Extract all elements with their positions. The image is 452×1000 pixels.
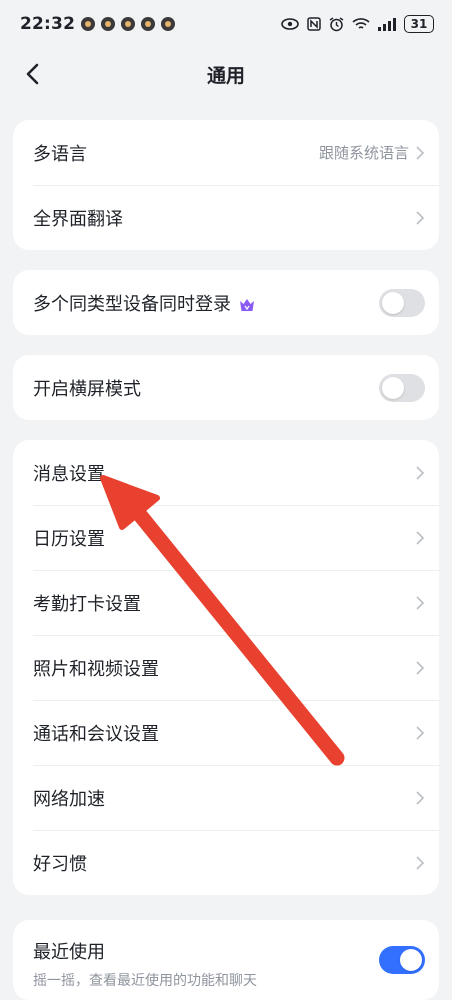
notification-app-icon (161, 17, 176, 31)
multi-device-login-label: 多个同类型设备同时登录 (33, 290, 255, 316)
notification-app-icon (141, 17, 156, 31)
multi-device-login-toggle[interactable] (379, 288, 425, 317)
nav-bar: 通用 (0, 48, 452, 100)
chevron-right-icon (416, 725, 425, 740)
network-acceleration-row[interactable]: 网络加速 (13, 765, 439, 830)
recent-use-toggle[interactable] (379, 946, 425, 974)
full-ui-translate-row[interactable]: 全界面翻译 (13, 185, 439, 250)
recent-use-description: 摇一摇，查看最近使用的功能和聊天 (33, 973, 257, 989)
eye-icon (281, 18, 299, 30)
landscape-mode-toggle[interactable] (379, 373, 425, 402)
language-label: 多语言 (33, 143, 87, 165)
status-bar: 22:32 31 (0, 0, 452, 48)
toggle-knob (382, 291, 404, 314)
message-settings-row[interactable]: 消息设置 (13, 440, 439, 505)
chevron-right-icon (416, 145, 425, 160)
settings-list-card: 消息设置 日历设置 考勤打卡设置 照片和视频设置 通话和会议设置 网络加速 好习… (13, 440, 439, 895)
notification-app-icon (81, 17, 96, 31)
recent-use-row: 最近使用 摇一摇，查看最近使用的功能和聊天 (13, 920, 439, 1000)
chevron-right-icon (416, 595, 425, 610)
chevron-right-icon (416, 790, 425, 805)
wifi-icon (352, 18, 370, 29)
nfc-icon (307, 17, 321, 31)
good-habits-label: 好习惯 (33, 853, 87, 875)
page-title: 通用 (206, 64, 245, 87)
message-settings-label: 消息设置 (33, 463, 105, 485)
premium-crown-icon (240, 298, 254, 311)
chevron-right-icon (416, 465, 425, 480)
alarm-icon (329, 16, 344, 31)
language-value: 跟随系统语言 (318, 144, 409, 162)
recent-use-label: 最近使用 (33, 942, 105, 963)
attendance-settings-row[interactable]: 考勤打卡设置 (13, 570, 439, 635)
chevron-right-icon (416, 210, 425, 225)
chevron-right-icon (416, 855, 425, 870)
multi-device-login-text: 多个同类型设备同时登录 (33, 293, 231, 315)
photo-video-settings-row[interactable]: 照片和视频设置 (13, 635, 439, 700)
photo-video-settings-label: 照片和视频设置 (33, 658, 159, 680)
status-bar-left: 22:32 (20, 14, 176, 34)
chevron-right-icon (416, 660, 425, 675)
notification-app-icon (121, 17, 136, 31)
language-right: 跟随系统语言 (319, 142, 425, 163)
language-row[interactable]: 多语言 跟随系统语言 (13, 120, 439, 185)
multi-device-login-row: 多个同类型设备同时登录 (13, 270, 439, 335)
signal-icon (378, 17, 396, 31)
chevron-right-icon (416, 530, 425, 545)
recent-use-text: 最近使用 摇一摇，查看最近使用的功能和聊天 (33, 938, 257, 990)
battery-indicator: 31 (404, 15, 434, 33)
network-acceleration-label: 网络加速 (33, 788, 105, 810)
calendar-settings-row[interactable]: 日历设置 (13, 505, 439, 570)
notification-app-icon (101, 17, 116, 31)
landscape-mode-row: 开启横屏模式 (13, 355, 439, 420)
landscape-card: 开启横屏模式 (13, 355, 439, 420)
toggle-knob (400, 949, 422, 971)
back-arrow-icon[interactable] (20, 60, 48, 88)
toggle-knob (382, 376, 404, 399)
call-meeting-settings-label: 通话和会议设置 (33, 723, 159, 745)
attendance-settings-label: 考勤打卡设置 (33, 593, 141, 615)
status-time: 22:32 (20, 14, 76, 34)
multi-device-card: 多个同类型设备同时登录 (13, 270, 439, 335)
status-bar-right: 31 (281, 15, 434, 33)
call-meeting-settings-row[interactable]: 通话和会议设置 (13, 700, 439, 765)
full-ui-translate-label: 全界面翻译 (33, 208, 123, 230)
language-card: 多语言 跟随系统语言 全界面翻译 (13, 120, 439, 250)
calendar-settings-label: 日历设置 (33, 528, 105, 550)
landscape-mode-label: 开启横屏模式 (33, 378, 141, 400)
good-habits-row[interactable]: 好习惯 (13, 830, 439, 895)
recent-use-card: 最近使用 摇一摇，查看最近使用的功能和聊天 (13, 920, 439, 1000)
